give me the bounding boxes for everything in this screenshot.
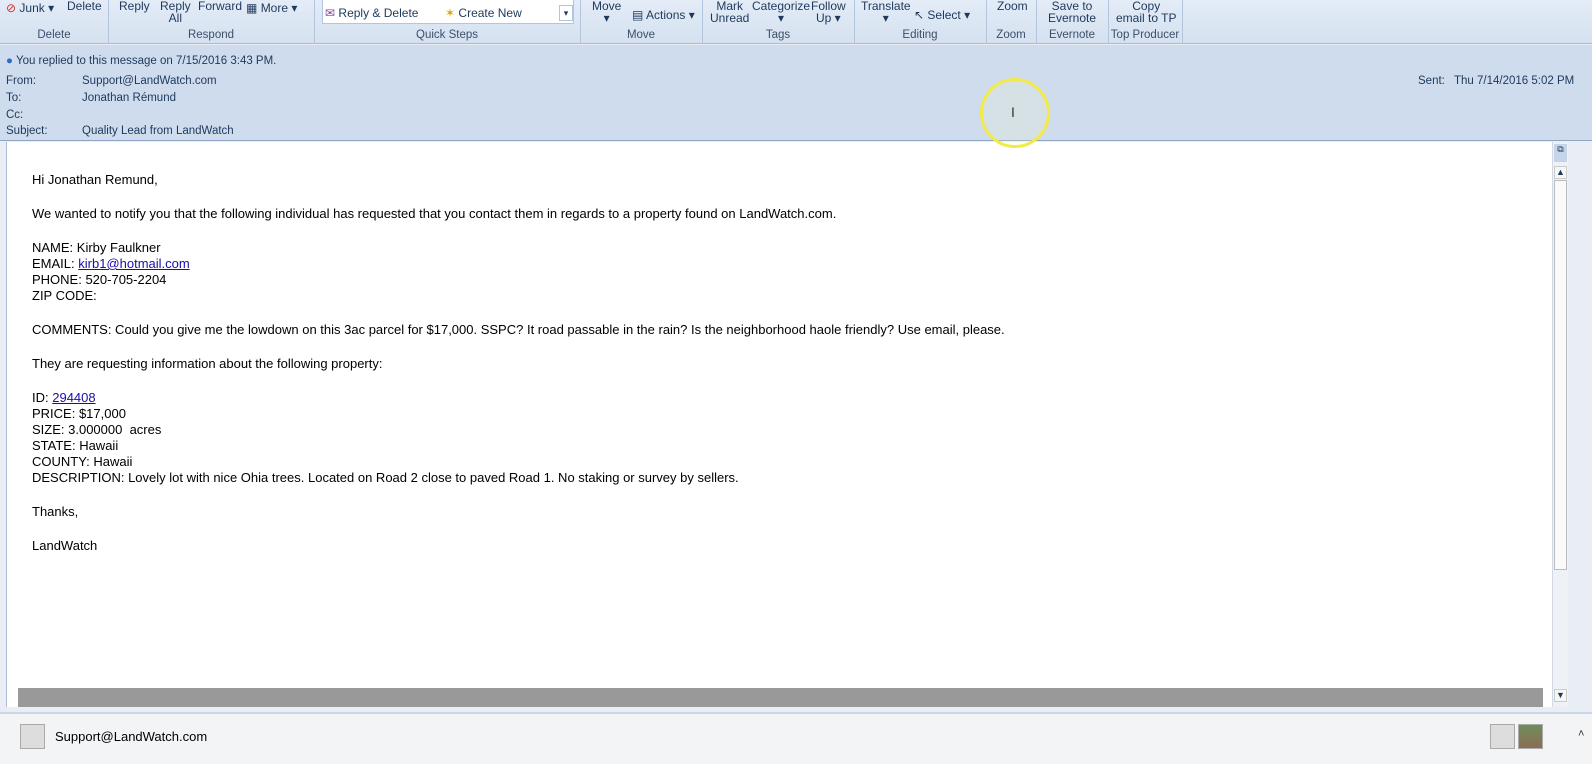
group-editing: Editing bbox=[902, 29, 938, 41]
message-body[interactable]: Hi Jonathan Remund, We wanted to notify … bbox=[6, 142, 1552, 707]
sent-label: Sent: bbox=[1418, 75, 1445, 87]
follow-up-button[interactable]: Follow Up ▾ bbox=[811, 0, 846, 24]
cursor-highlight bbox=[980, 78, 1050, 148]
ribbon: ⊘ Junk ▾ Delete Delete Reply Reply All Fo… bbox=[0, 0, 1592, 44]
reply-delete-step[interactable]: ✉ Reply & Delete bbox=[325, 7, 418, 19]
group-delete: Delete bbox=[37, 29, 71, 41]
scroll-down-arrow-icon[interactable]: ▼ bbox=[1554, 689, 1567, 702]
move-button[interactable]: Move ▾ bbox=[592, 0, 621, 24]
user-photo-avatar[interactable] bbox=[1518, 724, 1543, 749]
people-pane: Support@LandWatch.com ˄ bbox=[0, 712, 1592, 764]
vertical-scrollbar[interactable]: ⧉ ▲ ▼ bbox=[1552, 142, 1568, 707]
divider bbox=[1182, 0, 1183, 44]
junk-button[interactable]: ⊘ Junk ▾ bbox=[6, 2, 54, 14]
property-description: DESCRIPTION: Lovely lot with nice Ohia t… bbox=[32, 470, 739, 485]
reply-all-button[interactable]: Reply All bbox=[160, 0, 191, 24]
lead-zip: ZIP CODE: bbox=[32, 288, 97, 303]
greeting: Hi Jonathan Remund, bbox=[32, 172, 158, 187]
group-evernote: Evernote bbox=[1048, 29, 1096, 41]
property-size: SIZE: 3.000000 acres bbox=[32, 422, 162, 437]
signature: LandWatch bbox=[32, 538, 98, 553]
group-tags: Tags bbox=[765, 29, 791, 41]
footer-bar bbox=[18, 688, 1543, 707]
property-id-link[interactable]: 294408 bbox=[52, 390, 95, 405]
from-label: From: bbox=[6, 75, 37, 87]
to-label: To: bbox=[6, 92, 22, 104]
create-new-icon: ✶ bbox=[445, 6, 456, 20]
group-zoom: Zoom bbox=[996, 29, 1026, 41]
property-state: STATE: Hawaii bbox=[32, 438, 119, 453]
intro: We wanted to notify you that the followi… bbox=[32, 206, 837, 221]
select-cursor-icon: ↖ bbox=[914, 8, 925, 22]
forward-button[interactable]: Forward bbox=[198, 0, 242, 12]
property-county: COUNTY: Hawaii bbox=[32, 454, 133, 469]
text-cursor-icon: I bbox=[1011, 104, 1015, 120]
message-header: ● You replied to this message on 7/15/20… bbox=[0, 45, 1592, 141]
to-value[interactable]: Jonathan Rémund bbox=[82, 92, 176, 104]
expand-people-pane-icon[interactable]: ˄ bbox=[1578, 728, 1584, 740]
lead-name: NAME: Kirby Faulkner bbox=[32, 240, 161, 255]
quick-steps-expand-button[interactable]: ▾ bbox=[559, 5, 573, 21]
group-quick-steps: Quick Steps bbox=[416, 29, 478, 41]
quick-steps-gallery: ✉ Reply & Delete ✶ Create New ▾ bbox=[322, 0, 574, 24]
delete-button[interactable]: Delete bbox=[67, 0, 102, 12]
from-value[interactable]: Support@LandWatch.com bbox=[82, 75, 217, 87]
lead-phone: PHONE: 520-705-2204 bbox=[32, 272, 167, 287]
copy-email-to-tp-button[interactable]: Copy email to TP bbox=[1116, 0, 1176, 24]
scroll-up-arrow-icon[interactable]: ▲ bbox=[1554, 166, 1567, 179]
contact-name[interactable]: Support@LandWatch.com bbox=[55, 729, 207, 744]
zoom-button[interactable]: Zoom bbox=[997, 0, 1028, 12]
actions-button[interactable]: ▤ Actions ▾ bbox=[632, 9, 695, 21]
info-bar[interactable]: ● You replied to this message on 7/15/20… bbox=[6, 55, 276, 67]
reply-delete-icon: ✉ bbox=[325, 6, 336, 20]
save-to-evernote-button[interactable]: Save to Evernote bbox=[1048, 0, 1096, 24]
email-link[interactable]: kirb1@hotmail.com bbox=[78, 256, 189, 271]
lead-comments: COMMENTS: Could you give me the lowdown … bbox=[32, 322, 1005, 337]
group-respond: Respond bbox=[187, 29, 235, 41]
more-icon: ▦ bbox=[246, 1, 258, 15]
subject-value: Quality Lead from LandWatch bbox=[82, 125, 234, 137]
property-price: PRICE: $17,000 bbox=[32, 406, 126, 421]
junk-icon: ⊘ bbox=[6, 1, 17, 15]
sent-value: Thu 7/14/2016 5:02 PM bbox=[1454, 75, 1575, 87]
categorize-button[interactable]: Categorize ▾ bbox=[752, 0, 810, 24]
scroll-thumb[interactable] bbox=[1554, 180, 1567, 570]
more-button[interactable]: ▦ More ▾ bbox=[246, 2, 297, 14]
split-icon[interactable]: ⧉ bbox=[1554, 144, 1567, 162]
group-top-producer: Top Producer bbox=[1110, 29, 1180, 41]
create-new-step[interactable]: ✶ Create New bbox=[445, 7, 522, 19]
cc-label: Cc: bbox=[6, 109, 24, 121]
mark-unread-button[interactable]: Mark Unread bbox=[710, 0, 749, 24]
request-text: They are requesting information about th… bbox=[32, 356, 383, 371]
property-id: ID: 294408 bbox=[32, 390, 96, 405]
contact-avatar-icon[interactable] bbox=[1490, 724, 1515, 749]
group-move: Move bbox=[626, 29, 656, 41]
select-button[interactable]: ↖ Select ▾ bbox=[914, 9, 970, 21]
actions-icon: ▤ bbox=[632, 8, 644, 22]
info-icon: ● bbox=[6, 55, 13, 67]
lead-email: EMAIL: kirb1@hotmail.com bbox=[32, 256, 190, 271]
subject-label: Subject: bbox=[6, 125, 48, 137]
thanks: Thanks, bbox=[32, 504, 79, 519]
contact-avatar-icon[interactable] bbox=[20, 724, 45, 749]
translate-button[interactable]: Translate ▾ bbox=[861, 0, 911, 24]
reply-button[interactable]: Reply bbox=[119, 0, 150, 12]
